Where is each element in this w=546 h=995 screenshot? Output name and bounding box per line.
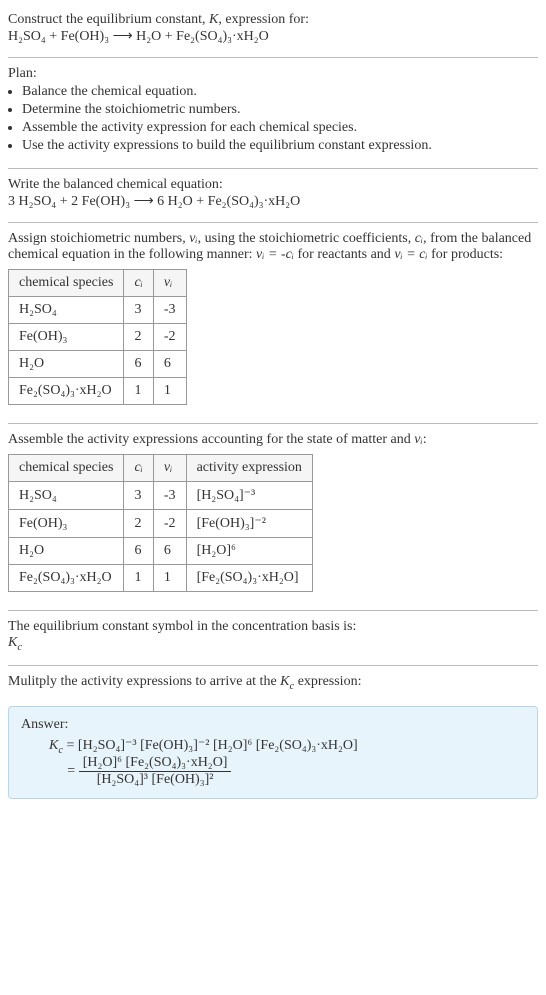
- answer-denominator: [H₂SO₄]³ [Fe(OH)₃]²: [79, 772, 232, 788]
- answer-fraction: [H₂O]⁶ [Fe₂(SO₄)₃·xH₂O] [H₂SO₄]³ [Fe(OH)…: [79, 755, 232, 788]
- divider: [8, 222, 538, 223]
- plan-heading: Plan:: [8, 66, 538, 82]
- kc-intro-section: The equilibrium constant symbol in the c…: [8, 615, 538, 661]
- answer-box: Answer: Kc = [H₂SO₄]⁻³ [Fe(OH)₃]⁻² [H₂O]…: [8, 706, 538, 800]
- cell-ci: 6: [124, 538, 153, 565]
- cell-nu: -3: [153, 482, 186, 510]
- cell-ci: 1: [124, 378, 153, 405]
- table-row: H₂O 6 6: [9, 351, 187, 378]
- cell-activity: [H₂SO₄]⁻³: [186, 482, 312, 510]
- plan-item: Determine the stoichiometric numbers.: [22, 102, 538, 118]
- assemble-text: :: [423, 432, 427, 447]
- divider: [8, 168, 538, 169]
- cell-species: H₂O: [9, 351, 124, 378]
- cell-nu: 6: [153, 351, 186, 378]
- cell-species: Fe(OH)₃: [9, 324, 124, 351]
- balanced-heading: Write the balanced chemical equation:: [8, 177, 538, 193]
- col-ci: cᵢ: [124, 455, 153, 482]
- stoich-rel-prod: νᵢ = cᵢ: [394, 247, 427, 262]
- answer-eq2: =: [64, 764, 79, 779]
- cell-ci: 3: [124, 297, 153, 324]
- cell-species: Fe₂(SO₄)₃·xH₂O: [9, 565, 124, 592]
- cell-species: H₂SO₄: [9, 297, 124, 324]
- cell-species: H₂O: [9, 538, 124, 565]
- divider: [8, 57, 538, 58]
- answer-numerator: [H₂O]⁶ [Fe₂(SO₄)₃·xH₂O]: [79, 755, 232, 772]
- cell-species: Fe(OH)₃: [9, 510, 124, 538]
- unbalanced-equation: H₂SO₄ + Fe(OH)₃ ⟶ H₂O + Fe₂(SO₄)₃·xH₂O: [8, 29, 269, 44]
- table-header-row: chemical species cᵢ νᵢ: [9, 270, 187, 297]
- intro-text-b: , expression for:: [218, 12, 309, 27]
- col-ci: cᵢ: [124, 270, 153, 297]
- stoich-section: Assign stoichiometric numbers, νᵢ, using…: [8, 227, 538, 419]
- table-row: H₂O 6 6 [H₂O]⁶: [9, 538, 313, 565]
- table-row: Fe₂(SO₄)₃·xH₂O 1 1 [Fe₂(SO₄)₃·xH₂O]: [9, 565, 313, 592]
- intro-K: K: [209, 12, 218, 27]
- col-species: chemical species: [9, 455, 124, 482]
- col-activity: activity expression: [186, 455, 312, 482]
- table-header-row: chemical species cᵢ νᵢ activity expressi…: [9, 455, 313, 482]
- plan-list: Balance the chemical equation. Determine…: [8, 84, 538, 154]
- cell-species: Fe₂(SO₄)₃·xH₂O: [9, 378, 124, 405]
- stoich-ci: cᵢ: [415, 231, 423, 246]
- assemble-text: Assemble the activity expressions accoun…: [8, 432, 414, 447]
- stoich-text: for reactants and: [294, 247, 394, 262]
- cell-activity: [Fe₂(SO₄)₃·xH₂O]: [186, 565, 312, 592]
- answer-heading: Answer:: [21, 717, 525, 733]
- cell-activity: [Fe(OH)₃]⁻²: [186, 510, 312, 538]
- intro-section: Construct the equilibrium constant, K, e…: [8, 8, 538, 53]
- balanced-equation: 3 H₂SO₄ + 2 Fe(OH)₃ ⟶ 6 H₂O + Fe₂(SO₄)₃·…: [8, 194, 300, 209]
- assemble-section: Assemble the activity expressions accoun…: [8, 428, 538, 606]
- cell-ci: 1: [124, 565, 153, 592]
- divider: [8, 423, 538, 424]
- cell-ci: 2: [124, 510, 153, 538]
- kc-intro-text: The equilibrium constant symbol in the c…: [8, 619, 538, 635]
- kc-symbol: Kc: [8, 635, 22, 650]
- table-row: Fe₂(SO₄)₃·xH₂O 1 1: [9, 378, 187, 405]
- balanced-section: Write the balanced chemical equation: 3 …: [8, 173, 538, 218]
- cell-nu: -3: [153, 297, 186, 324]
- cell-nu: 1: [153, 565, 186, 592]
- cell-ci: 3: [124, 482, 153, 510]
- table-row: Fe(OH)₃ 2 -2: [9, 324, 187, 351]
- stoich-text: Assign stoichiometric numbers,: [8, 231, 189, 246]
- col-species: chemical species: [9, 270, 124, 297]
- table-row: Fe(OH)₃ 2 -2 [Fe(OH)₃]⁻²: [9, 510, 313, 538]
- stoich-text: , using the stoichiometric coefficients,: [198, 231, 415, 246]
- answer-kc: Kc: [49, 738, 63, 753]
- plan-section: Plan: Balance the chemical equation. Det…: [8, 62, 538, 164]
- stoich-text: for products:: [428, 247, 503, 262]
- table-row: H₂SO₄ 3 -3 [H₂SO₄]⁻³: [9, 482, 313, 510]
- table-row: H₂SO₄ 3 -3: [9, 297, 187, 324]
- plan-item: Balance the chemical equation.: [22, 84, 538, 100]
- multiply-section: Mulitply the activity expressions to arr…: [8, 670, 538, 700]
- assemble-nu: νᵢ: [414, 432, 422, 447]
- divider: [8, 610, 538, 611]
- divider: [8, 665, 538, 666]
- intro-text: Construct the equilibrium constant,: [8, 12, 209, 27]
- multiply-text: expression:: [294, 674, 361, 689]
- cell-ci: 6: [124, 351, 153, 378]
- col-nu: νᵢ: [153, 270, 186, 297]
- cell-species: H₂SO₄: [9, 482, 124, 510]
- plan-item: Use the activity expressions to build th…: [22, 138, 538, 154]
- cell-activity: [H₂O]⁶: [186, 538, 312, 565]
- cell-nu: -2: [153, 324, 186, 351]
- cell-nu: 6: [153, 538, 186, 565]
- cell-nu: 1: [153, 378, 186, 405]
- stoich-rel-react: νᵢ = -cᵢ: [256, 247, 294, 262]
- stoich-table: chemical species cᵢ νᵢ H₂SO₄ 3 -3 Fe(OH)…: [8, 269, 187, 405]
- multiply-kc: Kc: [280, 674, 294, 689]
- plan-item: Assemble the activity expression for eac…: [22, 120, 538, 136]
- cell-nu: -2: [153, 510, 186, 538]
- cell-ci: 2: [124, 324, 153, 351]
- multiply-text: Mulitply the activity expressions to arr…: [8, 674, 280, 689]
- col-nu: νᵢ: [153, 455, 186, 482]
- answer-expression: Kc = [H₂SO₄]⁻³ [Fe(OH)₃]⁻² [H₂O]⁶ [Fe₂(S…: [21, 737, 525, 789]
- answer-line1: [H₂SO₄]⁻³ [Fe(OH)₃]⁻² [H₂O]⁶ [Fe₂(SO₄)₃·…: [78, 738, 358, 753]
- answer-eq: =: [63, 738, 78, 753]
- stoich-nu: νᵢ: [189, 231, 197, 246]
- activity-table: chemical species cᵢ νᵢ activity expressi…: [8, 454, 313, 592]
